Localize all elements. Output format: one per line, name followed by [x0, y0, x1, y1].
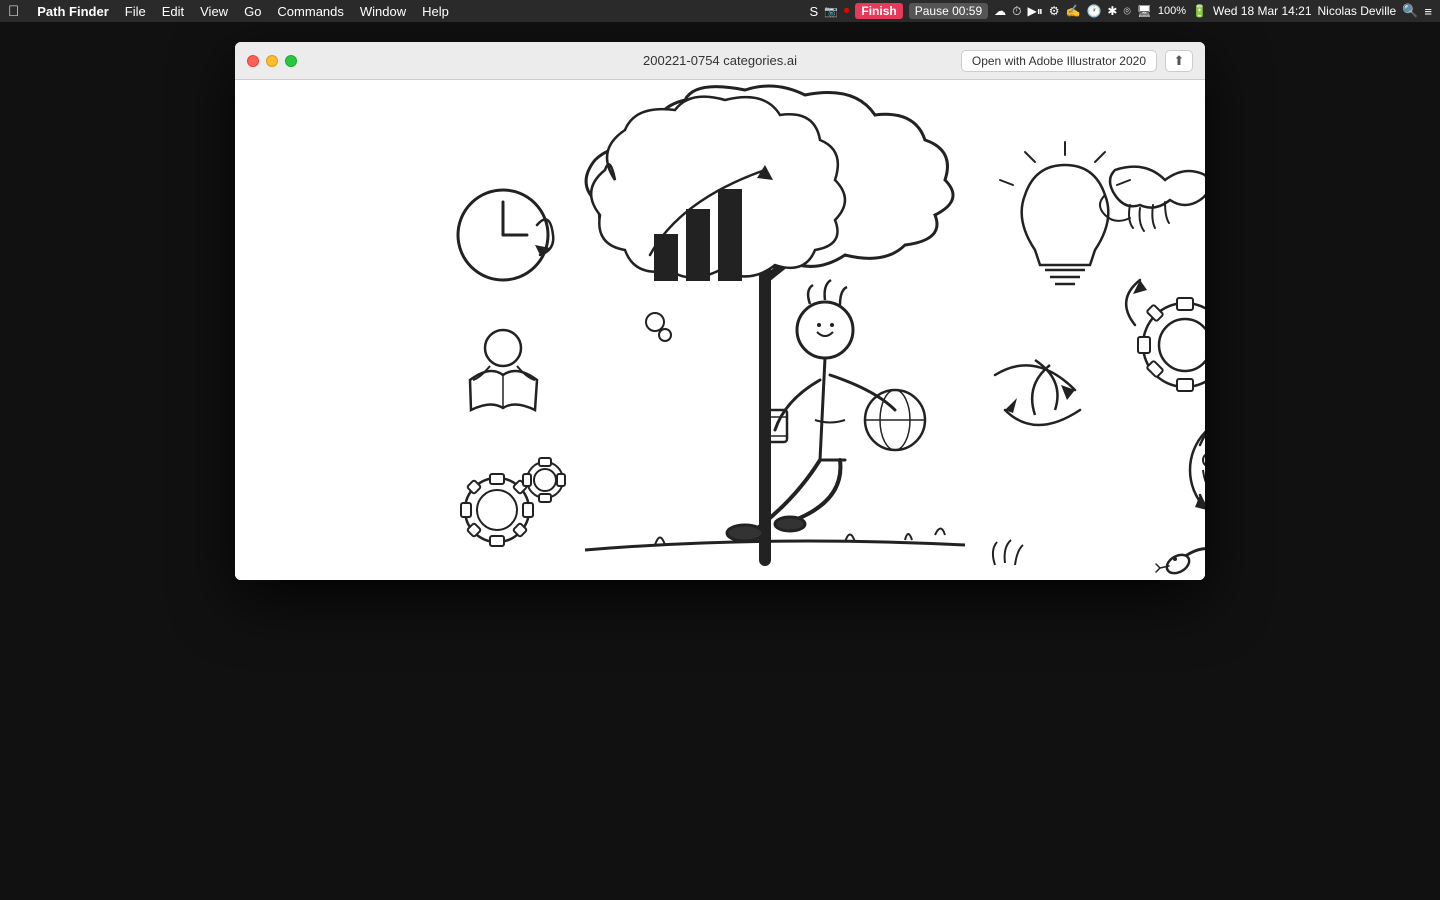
script-editor-icon: S — [810, 4, 819, 19]
activity-icon: ▶⏸ — [1028, 4, 1043, 19]
illustration-svg: B2B — [235, 80, 1205, 580]
menubar-right: S 📷 ⏺ Finish Pause 00:59 ☁ ⏱ ▶⏸ ⚙ ✍ 🕐 ✱ … — [810, 3, 1432, 19]
clock-icon: 🕐 — [1086, 4, 1101, 18]
minimize-button[interactable] — [266, 55, 278, 67]
desktop: 200221-0754 categories.ai Open with Adob… — [0, 22, 1440, 900]
menu-app-name[interactable]: Path Finder — [29, 4, 117, 19]
open-with-button[interactable]: Open with Adobe Illustrator 2020 — [961, 50, 1157, 72]
display-icon: 🖥 — [1137, 4, 1152, 18]
signature-icon: ✍ — [1066, 4, 1081, 18]
username: Nicolas Deville — [1318, 4, 1397, 18]
maximize-button[interactable] — [285, 55, 297, 67]
menu-commands[interactable]: Commands — [269, 4, 351, 19]
menu-go[interactable]: Go — [236, 4, 269, 19]
window-controls — [247, 55, 297, 67]
datetime: Wed 18 Mar 14:21 — [1213, 4, 1312, 18]
apple-menu[interactable]:  — [8, 3, 19, 20]
workflow-icon: ⚙ — [1049, 4, 1060, 18]
window-title: 200221-0754 categories.ai — [643, 53, 797, 68]
menu-view[interactable]: View — [192, 4, 236, 19]
battery-icon: 🔋 — [1192, 4, 1207, 18]
pause-button[interactable]: Pause 00:59 — [909, 3, 988, 19]
camera-icon: 📷 — [824, 5, 838, 18]
menubar:  Path Finder File Edit View Go Commands… — [0, 0, 1440, 22]
bluetooth-icon: ✱ — [1107, 4, 1117, 18]
wifi-icon: ⌾ — [1123, 4, 1130, 19]
finish-button[interactable]: Finish — [855, 3, 902, 19]
finder-window: 200221-0754 categories.ai Open with Adob… — [235, 42, 1205, 580]
record-icon: ⏺ — [844, 5, 850, 18]
window-titlebar: 200221-0754 categories.ai Open with Adob… — [235, 42, 1205, 80]
search-icon[interactable]: 🔍 — [1402, 3, 1418, 19]
menu-help[interactable]: Help — [414, 4, 457, 19]
close-button[interactable] — [247, 55, 259, 67]
battery-level: 100% — [1158, 5, 1186, 17]
menu-edit[interactable]: Edit — [154, 4, 192, 19]
time-icon: ⏱ — [1012, 4, 1021, 19]
notch-icon: ≡ — [1424, 4, 1432, 19]
menu-file[interactable]: File — [117, 4, 154, 19]
share-icon: ⬆ — [1174, 53, 1185, 69]
share-button[interactable]: ⬆ — [1165, 50, 1193, 72]
titlebar-actions: Open with Adobe Illustrator 2020 ⬆ — [961, 50, 1193, 72]
cloud-icon: ☁ — [994, 4, 1006, 18]
menu-window[interactable]: Window — [352, 4, 414, 19]
image-preview-area: B2B — [235, 80, 1205, 580]
